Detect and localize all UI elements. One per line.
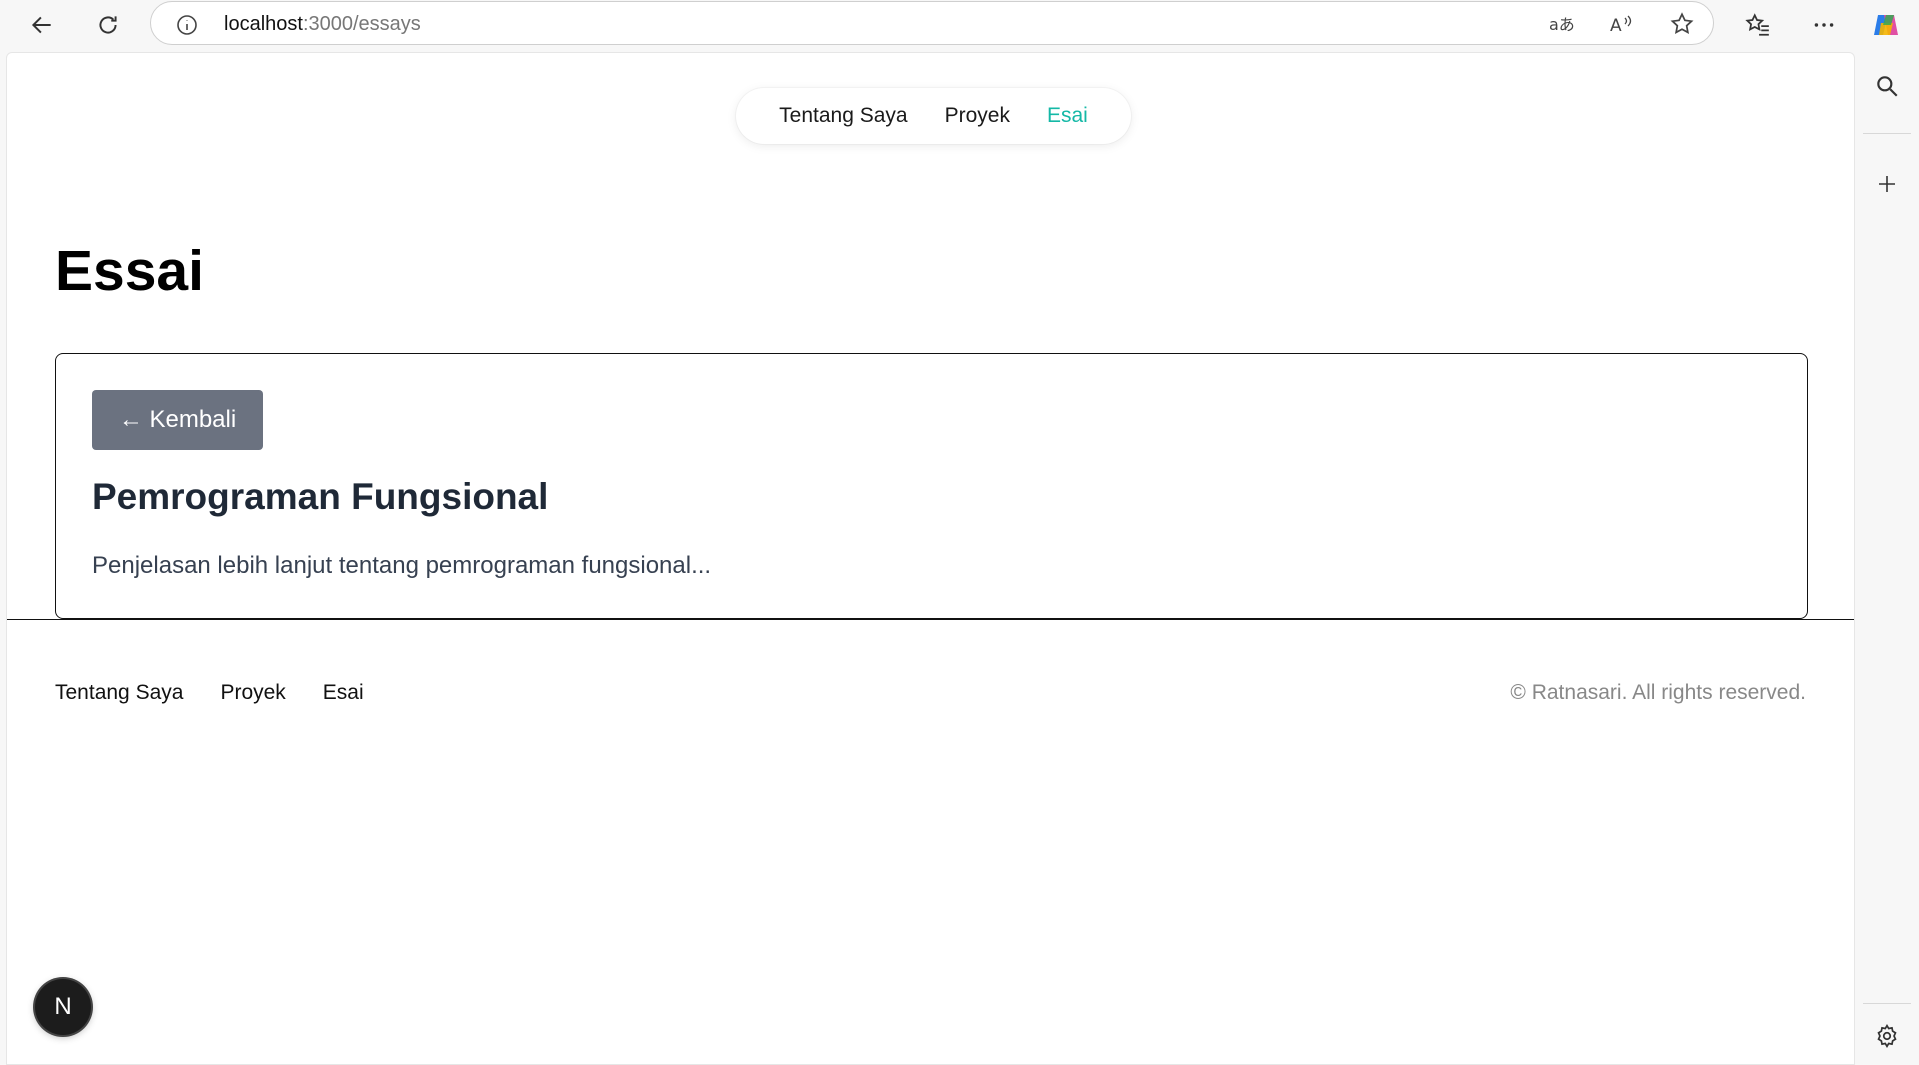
more-icon[interactable]: [1804, 5, 1844, 45]
nextjs-dev-badge[interactable]: N: [35, 979, 91, 1035]
nav-link-esai[interactable]: Esai: [1047, 104, 1088, 128]
url-path: :3000/essays: [302, 13, 421, 35]
copilot-icon[interactable]: [1866, 5, 1906, 45]
essay-body: Penjelasan lebih lanjut tentang pemrogra…: [92, 552, 712, 579]
site-info-icon[interactable]: [175, 13, 199, 42]
copyright-text: © Ratnasari. All rights reserved.: [1510, 681, 1806, 704]
essay-card: ← Kembali Pemrograman Fungsional Penjela…: [55, 353, 1808, 619]
footer-link-proyek[interactable]: Proyek: [220, 681, 285, 705]
translate-icon[interactable]: aあ: [1548, 10, 1576, 38]
read-aloud-icon[interactable]: A: [1608, 10, 1636, 38]
sidebar-divider: [1863, 133, 1911, 134]
top-nav: Tentang Saya Proyek Esai: [736, 88, 1131, 144]
address-bar[interactable]: localhost:3000/essays aあ A: [150, 1, 1714, 45]
reload-icon[interactable]: [88, 5, 128, 45]
essay-title: Pemrograman Fungsional: [92, 476, 549, 517]
footer-nav: Tentang Saya Proyek Esai: [55, 681, 364, 705]
sidebar-divider: [1863, 1003, 1911, 1004]
url-host: localhost: [224, 13, 303, 35]
back-button[interactable]: ← Kembali: [92, 390, 263, 450]
back-icon[interactable]: [22, 5, 62, 45]
search-icon[interactable]: [1867, 66, 1907, 106]
favorite-star-icon[interactable]: [1668, 10, 1696, 38]
web-page: Tentang Saya Proyek Esai Essai ← Kembali…: [6, 52, 1855, 1065]
add-icon[interactable]: [1867, 164, 1907, 204]
browser-sidebar: [1855, 50, 1919, 1065]
footer-link-esai[interactable]: Esai: [323, 681, 364, 705]
settings-icon[interactable]: [1867, 1016, 1907, 1056]
nav-link-tentang-saya[interactable]: Tentang Saya: [779, 104, 907, 128]
favorites-icon[interactable]: [1738, 5, 1778, 45]
browser-toolbar: localhost:3000/essays aあ A: [0, 0, 1919, 50]
nav-link-proyek[interactable]: Proyek: [945, 104, 1010, 128]
page-title: Essai: [55, 239, 204, 303]
footer-link-tentang-saya[interactable]: Tentang Saya: [55, 681, 183, 705]
footer-divider: [7, 619, 1854, 620]
svg-text:aあ: aあ: [1549, 15, 1575, 34]
url-text[interactable]: localhost:3000/essays: [224, 13, 421, 36]
svg-text:A: A: [1610, 16, 1622, 35]
